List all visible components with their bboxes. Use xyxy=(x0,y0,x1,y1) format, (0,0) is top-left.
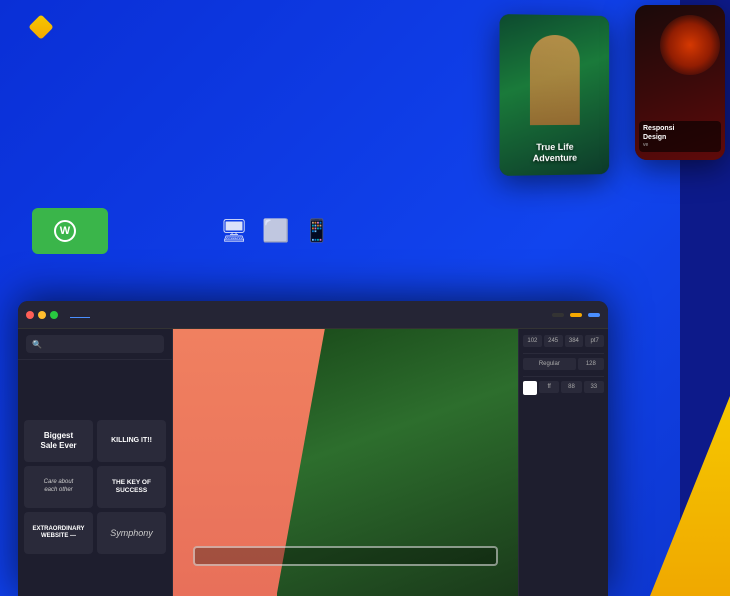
combo-item-key[interactable]: THE KEY OFSUCCESS xyxy=(97,466,166,508)
add-body-item[interactable] xyxy=(24,399,166,409)
color-swatch[interactable] xyxy=(523,381,537,395)
feedback-button[interactable] xyxy=(552,313,564,317)
alpha-input[interactable]: 33 xyxy=(584,381,604,393)
slide-main-text-box[interactable] xyxy=(193,546,498,566)
combo-grid: BiggestSale Ever KILLING IT!! Care about… xyxy=(18,420,172,508)
tab-options[interactable] xyxy=(90,311,110,318)
combo-item-killing[interactable]: KILLING IT!! xyxy=(97,420,166,462)
editor-sidebar: 🔍 BiggestSale Ever xyxy=(18,329,173,596)
phone-icon: 📱 xyxy=(303,218,330,244)
combo-text: BiggestSale Ever xyxy=(40,431,76,450)
slide-text-area xyxy=(193,542,498,566)
size-input[interactable]: 128 xyxy=(578,358,604,370)
combo-text: THE KEY OFSUCCESS xyxy=(112,479,151,496)
slide-canvas xyxy=(173,329,518,596)
devices-preview: True LifeAdventure ResponsiDesign ve xyxy=(450,0,730,260)
editor-topbar xyxy=(18,301,608,329)
position-section: 102 245 384 pt7 xyxy=(523,335,604,347)
font-section: Regular 128 xyxy=(523,358,604,370)
publish-button[interactable] xyxy=(570,313,582,317)
download-button[interactable]: W xyxy=(32,208,108,254)
logo-icon xyxy=(28,14,53,39)
preview-button[interactable] xyxy=(588,313,600,317)
color-hex[interactable]: ff xyxy=(539,381,559,393)
minimize-button[interactable] xyxy=(38,311,46,319)
combo-styles-label xyxy=(18,411,172,420)
color-row: ff 88 33 xyxy=(523,381,604,395)
device-icons: 🖥 ⬜ 📱 xyxy=(220,218,331,244)
combo-grid-bottom: EXTRAORDINARYWEBSITE — Symphony xyxy=(18,508,172,558)
tab-slides[interactable] xyxy=(70,311,90,318)
sidebar-search: 🔍 xyxy=(18,329,172,360)
position-row-1: 102 245 384 pt7 xyxy=(523,335,604,347)
add-subheading-item[interactable] xyxy=(24,385,166,395)
combo-item-care[interactable]: Care abouteach other xyxy=(24,466,93,508)
maximize-button[interactable] xyxy=(50,311,58,319)
close-button[interactable] xyxy=(26,311,34,319)
phone-preview: ResponsiDesign ve xyxy=(635,5,725,160)
drag-label xyxy=(18,360,172,369)
h-input[interactable]: pt7 xyxy=(585,335,604,347)
combo-item-ext[interactable]: EXTRAORDINARYWEBSITE — xyxy=(24,512,93,554)
combo-text: EXTRAORDINARYWEBSITE — xyxy=(32,526,84,540)
x-input[interactable]: 102 xyxy=(523,335,542,347)
editor-right-panel: 102 245 384 pt7 Regular 128 ff xyxy=(518,329,608,596)
header xyxy=(32,18,58,36)
divider xyxy=(523,353,604,354)
wordpress-icon: W xyxy=(54,220,76,242)
traffic-lights xyxy=(26,311,58,319)
combo-text: Care abouteach other xyxy=(44,479,74,495)
editor-canvas xyxy=(173,329,518,596)
color-section: ff 88 33 xyxy=(523,381,604,395)
combo-text: KILLING IT!! xyxy=(111,437,152,445)
combo-text: Symphony xyxy=(110,528,153,538)
divider xyxy=(523,376,604,377)
tablet-icon: ⬜ xyxy=(262,218,289,244)
editor-body: 🔍 BiggestSale Ever xyxy=(18,329,608,596)
add-heading-item[interactable] xyxy=(24,371,166,381)
font-weight-row: Regular 128 xyxy=(523,358,604,370)
desktop-icon: 🖥 xyxy=(220,218,248,244)
search-bar[interactable]: 🔍 xyxy=(26,335,164,353)
phone-overlay-text: ResponsiDesign xyxy=(643,125,717,142)
search-icon: 🔍 xyxy=(32,340,42,349)
weight-input[interactable]: Regular xyxy=(523,358,576,370)
y-input[interactable]: 245 xyxy=(544,335,563,347)
topbar-right xyxy=(552,313,600,317)
w-input[interactable]: 384 xyxy=(565,335,584,347)
topbar-tabs xyxy=(70,311,110,318)
combo-item-symphony[interactable]: Symphony xyxy=(97,512,166,554)
editor-screenshot: 🔍 BiggestSale Ever xyxy=(18,301,608,596)
opacity-input[interactable]: 88 xyxy=(561,381,581,393)
combo-item-biggest[interactable]: BiggestSale Ever xyxy=(24,420,93,462)
tablet-preview: True LifeAdventure xyxy=(500,14,610,176)
tablet-overlay-text: True LifeAdventure xyxy=(533,141,577,165)
